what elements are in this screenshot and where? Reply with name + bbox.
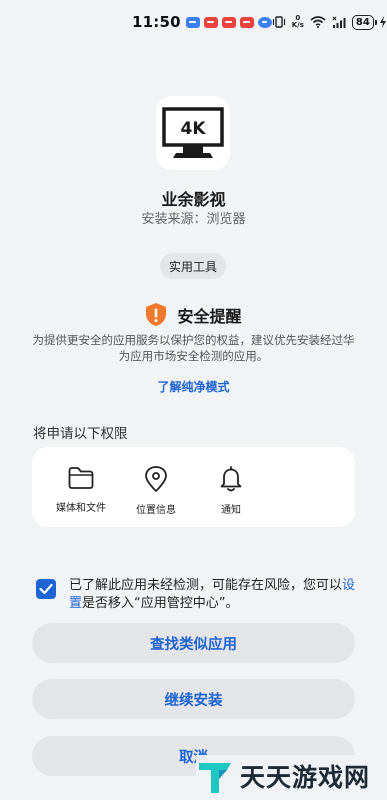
battery-icon: 84: [351, 14, 374, 30]
app-icon: 4K: [156, 96, 230, 170]
app-notification-icon: [185, 16, 200, 28]
status-time: 11:50: [132, 13, 181, 31]
signal-no-service-icon: [332, 16, 346, 28]
app-notification-icon: [203, 16, 218, 28]
permissions-card: 媒体和文件 位置信息 通知: [32, 447, 355, 527]
network-speed: 0 K/s: [291, 14, 304, 29]
tv-4k-icon: 4K: [162, 107, 224, 158]
category-chip: 实用工具: [160, 253, 226, 279]
site-watermark: 天天游戏网: [196, 755, 383, 797]
watermark-text: 天天游戏网: [240, 763, 371, 792]
shield-warning-icon: [146, 303, 167, 326]
continue-install-button[interactable]: 继续安装: [32, 679, 355, 719]
app-name: 业余影视: [161, 190, 226, 209]
permission-label: 通知: [221, 505, 241, 516]
consent-checkbox[interactable]: [36, 579, 56, 599]
battery-tip: [374, 19, 377, 25]
bell-icon: [220, 466, 242, 492]
permission-label: 位置信息: [136, 505, 176, 516]
app-notification-icon: [221, 16, 236, 28]
system-icons: 0 K/s 84: [272, 14, 387, 30]
install-source: 安装来源：浏览器: [141, 212, 246, 227]
find-similar-apps-button[interactable]: 查找类似应用: [32, 623, 355, 663]
permission-notification[interactable]: 通知: [191, 465, 271, 516]
watermark-logo-icon: [199, 763, 231, 793]
consent-text: 已了解此应用未经检测，可能存在风险，您可以设置是否移入“应用管控中心”。: [69, 577, 359, 613]
location-pin-icon: [145, 466, 167, 492]
app-notification-icon: [239, 16, 254, 28]
permission-location[interactable]: 位置信息: [116, 465, 196, 516]
security-title: 安全提醒: [177, 306, 242, 326]
wifi-icon: [310, 16, 326, 28]
permission-media-files[interactable]: 媒体和文件: [41, 465, 121, 514]
app-icon-label: 4K: [180, 119, 206, 139]
battery-indicator: 84: [351, 14, 387, 30]
permission-label: 媒体和文件: [56, 503, 106, 514]
consent-text-after: 是否移入“应用管控中心”。: [82, 596, 239, 611]
permissions-heading: 将申请以下权限: [33, 426, 128, 442]
security-description: 为提供更安全的应用服务以保护您的权益，建议优先安装经过华为应用市场安全检测的应用…: [32, 333, 355, 363]
status-bar: 11:50 0 K/s 84: [0, 0, 387, 44]
pure-mode-link[interactable]: 了解纯净模式: [0, 378, 387, 395]
security-title-row: 安全提醒: [0, 302, 387, 327]
app-notification-icon: [257, 16, 272, 28]
folder-icon: [68, 467, 94, 489]
checkmark-icon: [39, 583, 53, 595]
charging-icon: [379, 16, 386, 28]
vibrate-icon: [272, 16, 285, 28]
consent-text-before: 已了解此应用未经检测，可能存在风险，您可以: [69, 578, 343, 593]
notification-icons: [185, 16, 272, 28]
